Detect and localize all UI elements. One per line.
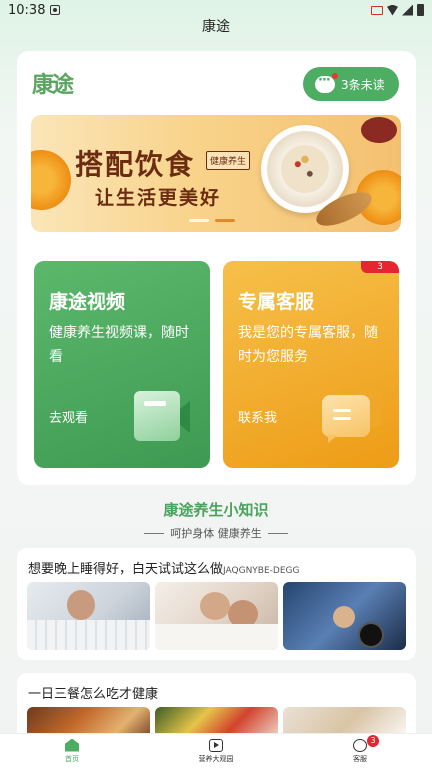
battery-icon [417,4,424,16]
carousel-indicator [189,219,235,222]
video-card[interactable]: 康途视频 健康养生视频课，随时看 去观看 [34,261,210,468]
unread-label: 3条未读 [341,77,385,92]
beans-decoration [361,117,397,143]
section-title: 康途养生小知识 [163,501,269,519]
nav-service-label: 客服 [353,754,367,763]
message-icon [322,395,370,437]
tv-icon [209,738,223,752]
nav-service[interactable]: 3 客服 [305,734,415,768]
sleep-image-3 [283,582,406,650]
record-icon [50,5,61,15]
chat-icon [353,738,367,752]
service-card[interactable]: 3 专属客服 我是您的专属客服，随时为您服务 联系我 [223,261,399,468]
wifi-icon [387,4,398,16]
home-icon [65,738,79,752]
nav-service-badge: 3 [367,735,379,747]
article-title-text: 想要晚上睡得好，白天试试这么做 [28,562,224,577]
banner-subtitle: 让生活更美好 [95,187,222,209]
service-badge: 3 [361,261,399,273]
nav-nutrition[interactable]: 营养大观园 [161,734,271,768]
nav-nutrition-label: 营养大观园 [198,754,234,763]
sleep-image-2 [155,582,278,650]
article-card[interactable]: 想要晚上睡得好，白天试试这么做JAQGNYBE-DEGG [17,548,416,660]
bottom-nav: 首页 营养大观园 3 客服 [0,733,432,768]
carousel-dot[interactable] [189,219,209,222]
sleep-image-1 [27,582,150,650]
unread-messages-button[interactable]: 3条未读 [303,67,399,101]
divider [144,532,165,534]
promo-banner[interactable]: 搭配饮食 健康养生 让生活更美好 [31,115,401,232]
banner-tag: 健康养生 [206,151,251,170]
article-title: 一日三餐怎么吃才健康 [28,687,159,702]
signal-icon [402,4,413,16]
nav-home[interactable]: 首页 [17,734,127,768]
article-thumbnails [27,582,406,650]
orange-decoration [31,150,71,210]
section-subtitle-text: 呵护身体 健康养生 [170,527,262,540]
contact-link[interactable]: 联系我 [238,407,277,426]
divider [267,532,288,534]
article-code: JAQGNYBE-DEGG [223,566,300,576]
sim-icon [371,5,383,15]
app-logo: 康途 [32,72,74,98]
nav-home-label: 首页 [65,754,79,763]
page-title: 康途 [202,19,230,35]
carousel-dot-active[interactable] [215,219,235,222]
service-card-title: 专属客服 [238,291,315,313]
video-card-desc: 健康养生视频课，随时看 [49,325,189,365]
video-camera-icon [134,391,180,441]
top-card: 康途 3条未读 搭配饮食 健康养生 让生活更美好 康途视频 健康养生视频课，随时… [17,51,416,485]
video-card-title: 康途视频 [49,291,126,313]
article-title: 想要晚上睡得好，白天试试这么做JAQGNYBE-DEGG [28,558,299,577]
service-card-desc: 我是您的专属客服，随时为您服务 [238,325,378,365]
watch-link[interactable]: 去观看 [49,407,88,426]
banner-title: 搭配饮食 [75,148,196,181]
section-subtitle: 呵护身体 健康养生 [0,525,432,541]
chat-bubble-icon [315,72,338,93]
